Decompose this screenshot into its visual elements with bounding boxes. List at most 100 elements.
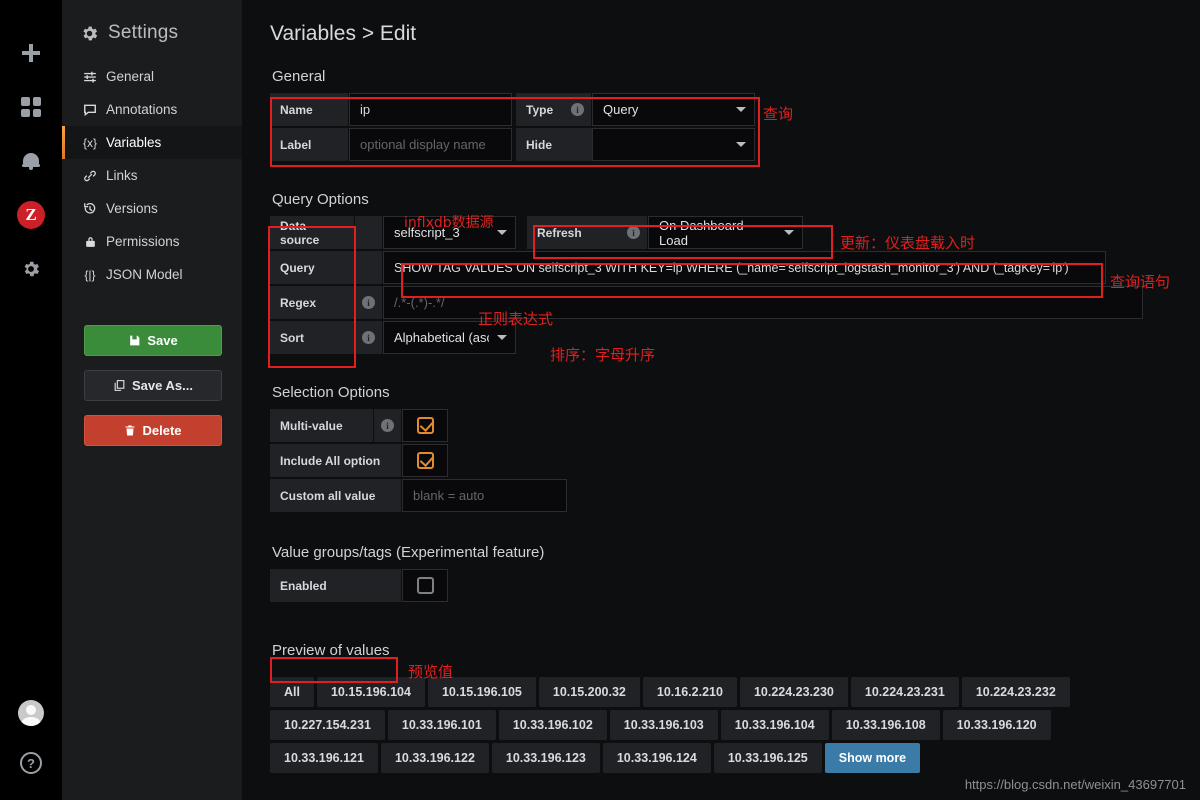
sidebar-item-permissions[interactable]: Permissions [62,225,242,258]
preview-chip[interactable]: 10.33.196.121 [270,743,378,773]
help-icon-label: ? [20,752,42,774]
multi-value-checkbox[interactable] [402,409,448,442]
configuration-gear-icon[interactable] [16,254,46,284]
trash-icon [125,425,135,436]
preview-chip[interactable]: 10.33.196.104 [720,710,829,740]
preview-chip[interactable]: 10.33.196.101 [387,710,496,740]
help-icon[interactable]: ? [16,748,46,778]
query-label: Query [270,251,355,284]
zabbix-icon[interactable]: Z [16,200,46,230]
general-section: Name ip Type i Query Label optional disp… [270,93,1200,161]
general-row-1: Name ip Type i Query [270,93,1200,126]
sidebar-nav: General Annotations {x} Variables Links [62,60,242,291]
preview-chip[interactable]: 10.33.196.124 [602,743,711,773]
value-groups-section-title: Value groups/tags (Experimental feature) [272,544,545,561]
settings-sidebar: Settings General Annotations {x} Variabl… [62,0,242,800]
preview-chip[interactable]: 10.33.196.123 [491,743,600,773]
save-disk-icon [130,335,140,346]
hide-select[interactable] [592,128,755,161]
multi-value-info-icon[interactable]: i [374,409,402,442]
watermark-text: https://blog.csdn.net/weixin_43697701 [964,777,1186,792]
regex-label: Regex [270,286,355,319]
refresh-info-icon[interactable]: i [620,216,648,249]
annotation-regex-note: 正则表达式 [478,310,554,328]
type-info-icon[interactable]: i [564,93,592,126]
preview-chip[interactable]: 10.15.200.32 [538,677,640,707]
query-input[interactable]: SHOW TAG VALUES ON selfscript_3 WITH KEY… [383,251,1106,284]
type-select[interactable]: Query [592,93,755,126]
annotation-preview-note: 预览值 [408,663,454,681]
history-icon [82,202,98,216]
preview-chip[interactable]: 10.227.154.231 [270,710,385,740]
chevron-down-icon [497,230,507,235]
preview-chip[interactable]: 10.33.196.103 [609,710,718,740]
selection-options-section-title: Selection Options [272,384,390,401]
chevron-down-icon [736,107,746,112]
sliders-icon [82,70,98,84]
gear-icon [83,26,98,40]
regex-info-icon[interactable]: i [355,286,383,319]
preview-chip[interactable]: 10.33.196.108 [831,710,940,740]
chevron-down-icon [784,230,794,235]
preview-chip[interactable]: 10.16.2.210 [642,677,737,707]
annotation-refresh-note: 更新：仪表盘载入时 [840,234,976,252]
general-section-title: General [272,68,326,85]
sidebar-item-versions[interactable]: Versions [62,192,242,225]
preview-chip[interactable]: 10.33.196.120 [942,710,1051,740]
dashboards-icon[interactable] [16,92,46,122]
chevron-down-icon [497,335,507,340]
braces-icon: {|} [84,267,96,282]
include-all-checkbox[interactable] [402,444,448,477]
sidebar-item-json-model[interactable]: {|} JSON Model [62,258,242,291]
user-avatar[interactable] [16,698,46,728]
refresh-select[interactable]: On Dashboard Load [648,216,803,249]
sidebar-item-variables[interactable]: {x} Variables [62,126,242,159]
settings-title: Settings [108,22,179,43]
label-label: Label [270,128,349,161]
selection-options-section: Multi-value i Include All option Custom … [270,409,1200,512]
include-all-label: Include All option [270,444,402,477]
main-content: Variables > Edit General Name ip Type i … [242,0,1200,800]
sidebar-item-annotations[interactable]: Annotations [62,93,242,126]
sort-label: Sort [270,321,355,354]
hide-label: Hide [516,128,592,161]
preview-chip[interactable]: 10.33.196.125 [713,743,822,773]
show-more-button[interactable]: Show more [824,743,921,773]
delete-button[interactable]: Delete [84,415,222,446]
sidebar-item-label: Permissions [106,234,180,249]
enabled-label: Enabled [270,569,402,602]
variable-icon: {x} [82,135,97,150]
add-icon[interactable] [16,38,46,68]
save-button[interactable]: Save [84,325,222,356]
preview-chip[interactable]: 10.224.23.232 [961,677,1070,707]
label-input[interactable]: optional display name [349,128,512,161]
name-label: Name [270,93,349,126]
include-all-row: Include All option [270,444,1200,477]
comment-icon [82,103,98,117]
sort-info-icon[interactable]: i [355,321,383,354]
sidebar-item-general[interactable]: General [62,60,242,93]
refresh-label: Refresh [527,216,620,249]
annotation-query-note: 查询语句 [1110,273,1171,291]
preview-chip[interactable]: 10.224.23.230 [739,677,848,707]
alerting-bell-icon[interactable] [16,146,46,176]
custom-all-input[interactable]: blank = auto [402,479,567,512]
annotation-sort-note: 排序：字母升序 [550,346,656,364]
general-row-2: Label optional display name Hide [270,128,1200,161]
preview-chip[interactable]: All [270,677,314,707]
preview-chip[interactable]: 10.224.23.231 [850,677,959,707]
preview-chip[interactable]: 10.33.196.102 [498,710,607,740]
preview-chip[interactable]: 10.33.196.122 [380,743,489,773]
refresh-select-value: On Dashboard Load [659,217,744,248]
name-input[interactable]: ip [349,93,512,126]
sidebar-header: Settings [62,0,242,44]
sort-select-value: Alphabetical (asc) [394,330,489,345]
save-as-button[interactable]: Save As... [84,370,222,401]
sidebar-item-label: JSON Model [106,267,183,282]
enabled-checkbox[interactable] [402,569,448,602]
sidebar-item-label: Links [106,168,138,183]
save-as-button-label: Save As... [132,378,193,393]
preview-values-list: All 10.15.196.104 10.15.196.105 10.15.20… [270,677,1156,773]
sidebar-item-links[interactable]: Links [62,159,242,192]
annotation-datasource-note: inflxdb数据源 [404,215,494,231]
